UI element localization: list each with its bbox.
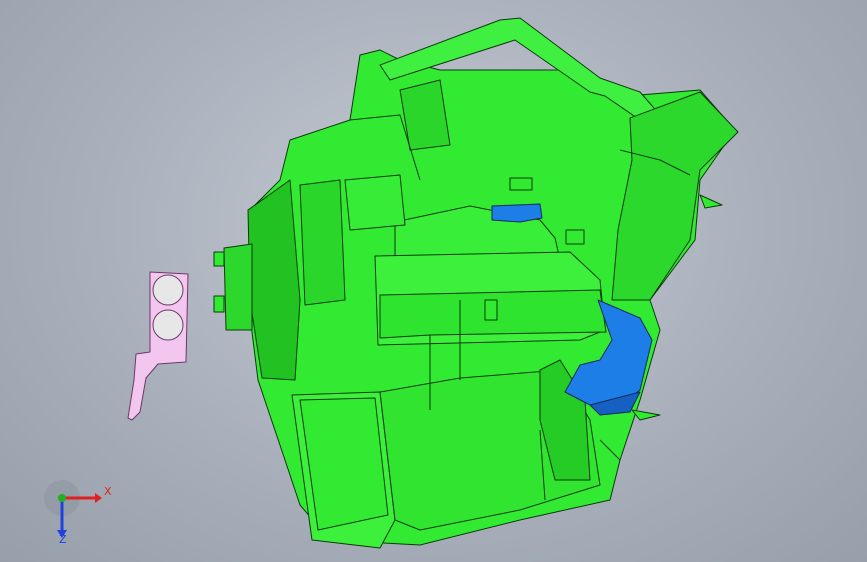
3d-graphics-viewport[interactable]: X Z (0, 0, 867, 562)
z-axis-label: Z (59, 533, 67, 546)
x-axis-arrowhead (95, 493, 102, 503)
mounting-bracket-part[interactable] (127, 271, 189, 421)
x-axis-label: X (104, 485, 112, 498)
coordinate-triad: X Z (40, 478, 120, 548)
hvac-housing-part[interactable] (213, 17, 739, 549)
model-view[interactable] (0, 0, 867, 562)
y-axis-dot (58, 494, 66, 502)
